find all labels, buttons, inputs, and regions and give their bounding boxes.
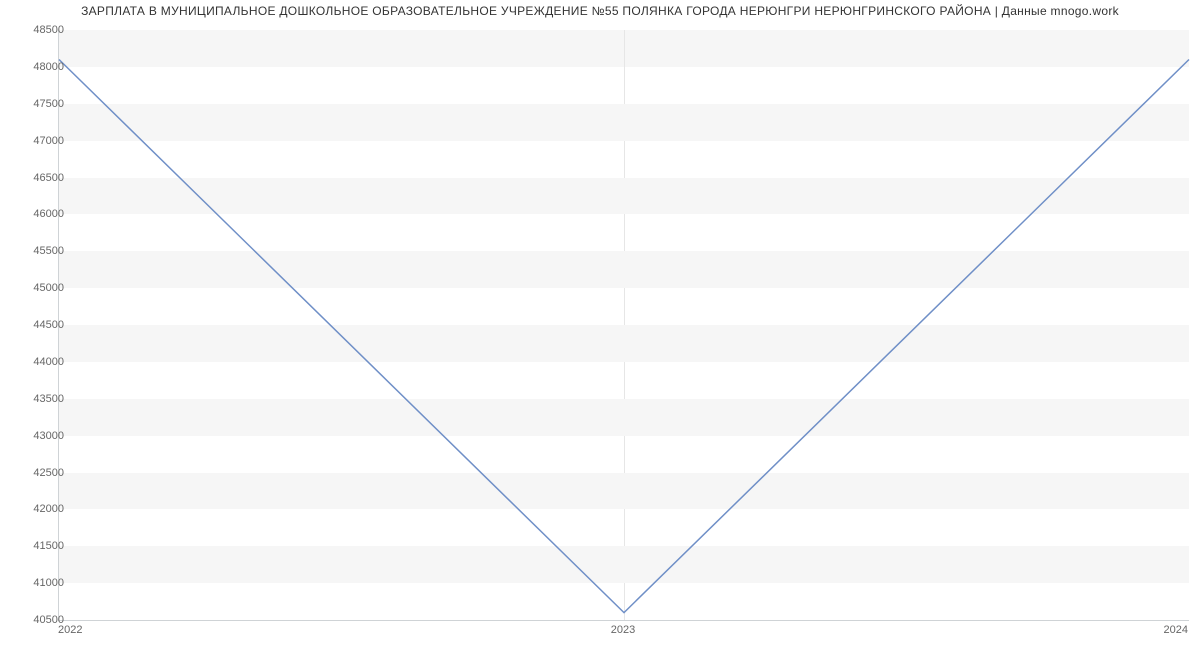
line-path (59, 60, 1189, 613)
plot-area (58, 30, 1189, 621)
x-tick-label: 2024 (1164, 624, 1188, 636)
y-tick-label: 43500 (14, 393, 64, 405)
y-tick-label: 41000 (14, 577, 64, 589)
y-tick-label: 48000 (14, 61, 64, 73)
y-tick-label: 43000 (14, 430, 64, 442)
x-tick-label: 2022 (58, 624, 82, 636)
y-tick-label: 42500 (14, 467, 64, 479)
y-tick-label: 47000 (14, 135, 64, 147)
y-tick-label: 44000 (14, 356, 64, 368)
y-tick-label: 47500 (14, 98, 64, 110)
y-tick-label: 46500 (14, 172, 64, 184)
chart-title: ЗАРПЛАТА В МУНИЦИПАЛЬНОЕ ДОШКОЛЬНОЕ ОБРА… (0, 4, 1200, 18)
chart-container: ЗАРПЛАТА В МУНИЦИПАЛЬНОЕ ДОШКОЛЬНОЕ ОБРА… (0, 0, 1200, 650)
y-tick-label: 40500 (14, 614, 64, 626)
y-tick-label: 45500 (14, 245, 64, 257)
y-tick-label: 45000 (14, 282, 64, 294)
x-tick-label: 2023 (611, 624, 635, 636)
y-tick-label: 44500 (14, 319, 64, 331)
y-tick-label: 48500 (14, 24, 64, 36)
y-tick-label: 46000 (14, 208, 64, 220)
y-tick-label: 41500 (14, 540, 64, 552)
line-series (59, 30, 1189, 620)
y-tick-label: 42000 (14, 503, 64, 515)
